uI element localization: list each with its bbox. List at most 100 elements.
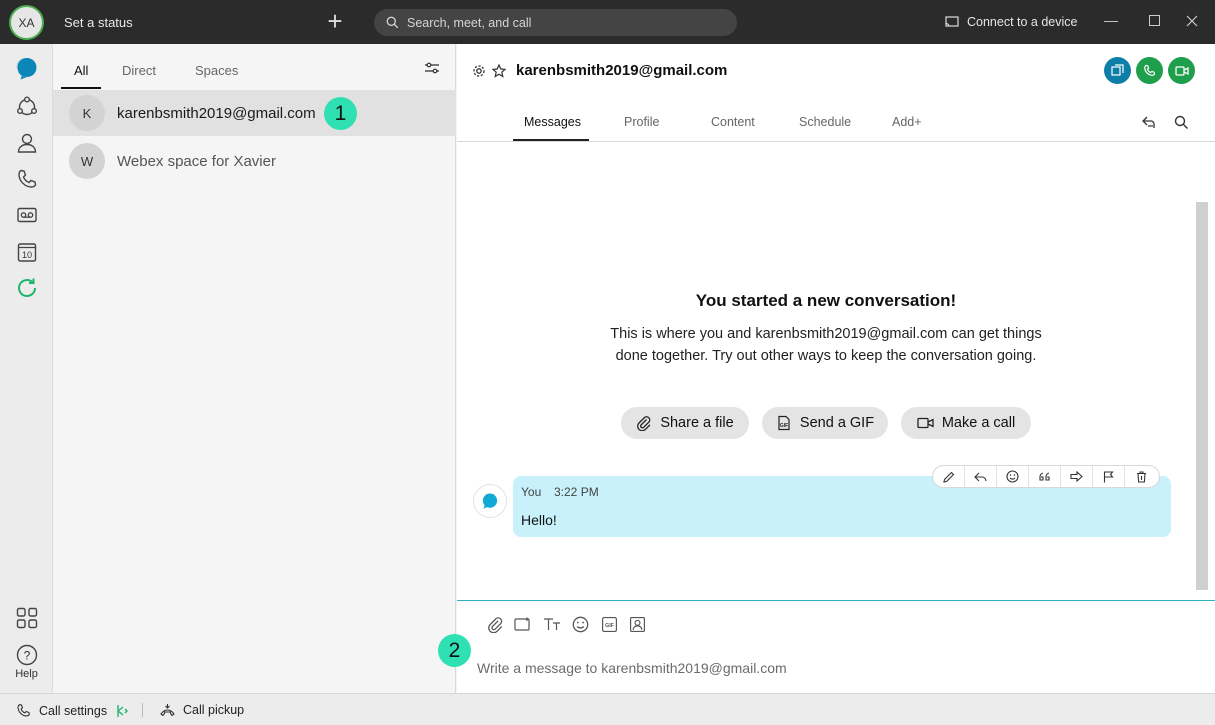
call-settings-label: Call settings: [39, 703, 108, 718]
refresh-icon[interactable]: [14, 275, 40, 301]
teams-icon[interactable]: [14, 94, 40, 120]
make-call-button[interactable]: Make a call: [901, 407, 1031, 439]
send-gif-button[interactable]: GIF Send a GIF: [762, 407, 888, 439]
minimize-icon[interactable]: —: [1101, 12, 1121, 32]
avatar: W: [69, 143, 105, 179]
message-timestamp: 3:22 PM: [554, 485, 599, 499]
connect-device-button[interactable]: Connect to a device: [945, 15, 1078, 29]
user-avatar[interactable]: XA: [11, 7, 42, 38]
share-file-button[interactable]: Share a file: [621, 407, 749, 439]
search-input[interactable]: [407, 15, 707, 30]
video-call-button[interactable]: [1168, 57, 1195, 84]
plus-icon[interactable]: +: [324, 8, 346, 34]
chat-bubble-icon: [482, 493, 498, 509]
conversation-view: karenbsmith2019@gmail.com Messages Profi…: [457, 44, 1215, 693]
share-screen-icon: [1111, 64, 1124, 76]
star-icon[interactable]: [492, 64, 506, 78]
calendar-icon[interactable]: 10: [14, 239, 40, 265]
title-bar: XA Set a status + Connect to a device —: [0, 0, 1215, 44]
conversation-name: Webex space for Xavier: [117, 152, 276, 170]
screenshot-icon[interactable]: [514, 615, 532, 633]
conversation-header: karenbsmith2019@gmail.com Messages Profi…: [457, 44, 1215, 142]
emoji-icon[interactable]: [997, 466, 1029, 487]
tab-direct[interactable]: Direct: [122, 63, 156, 78]
help-label[interactable]: Help: [0, 668, 53, 680]
tab-add[interactable]: Add+: [892, 115, 922, 129]
avatar: K: [69, 95, 105, 131]
message-actions-toolbar: [932, 465, 1160, 488]
gear-icon[interactable]: [472, 64, 486, 78]
message-composer: GIF: [457, 600, 1215, 693]
set-status-link[interactable]: Set a status: [64, 15, 133, 30]
divider: [142, 703, 143, 717]
emoji-icon[interactable]: [571, 615, 589, 633]
annotation-marker-2: 2: [438, 634, 471, 667]
conversation-title: karenbsmith2019@gmail.com: [516, 62, 728, 79]
phone-icon: [1144, 64, 1156, 76]
messaging-icon[interactable]: [14, 55, 40, 81]
phone-settings-icon: [17, 704, 30, 717]
gif-icon[interactable]: GIF: [600, 615, 618, 633]
reply-icon[interactable]: [965, 466, 997, 487]
quote-icon[interactable]: [1029, 466, 1061, 487]
paperclip-icon: [637, 416, 651, 431]
message-input[interactable]: [477, 660, 1177, 676]
conversation-list-panel: All Direct Spaces K karenbsmith2019@gmai…: [53, 44, 456, 693]
threads-icon[interactable]: [1141, 115, 1156, 130]
tab-messages[interactable]: Messages: [524, 115, 581, 129]
scrollbar[interactable]: [1196, 202, 1208, 590]
apps-grid-icon[interactable]: [14, 605, 40, 631]
annotation-marker-1: 1: [324, 97, 357, 130]
conversation-item-webex-space[interactable]: W Webex space for Xavier: [53, 138, 456, 184]
forward-icon[interactable]: [1061, 466, 1093, 487]
help-icon[interactable]: ?: [14, 642, 40, 668]
share-screen-button[interactable]: [1104, 57, 1131, 84]
tab-profile[interactable]: Profile: [624, 115, 659, 129]
message-sender: You: [521, 485, 542, 499]
contacts-icon[interactable]: [14, 130, 40, 156]
message-text: Hello!: [521, 512, 557, 528]
svg-text:GIF: GIF: [780, 423, 788, 429]
call-settings-button[interactable]: Call settings: [16, 703, 129, 718]
call-pickup-icon: [160, 704, 175, 717]
call-status-icon: [117, 704, 129, 717]
tab-spaces[interactable]: Spaces: [195, 63, 238, 78]
cast-icon: [945, 16, 959, 27]
filter-tabs: All Direct Spaces: [53, 44, 456, 89]
conversation-name: karenbsmith2019@gmail.com: [117, 104, 316, 122]
search-bar[interactable]: [374, 9, 737, 36]
tab-schedule[interactable]: Schedule: [799, 115, 851, 129]
make-call-label: Make a call: [941, 415, 1016, 431]
search-icon[interactable]: [1174, 115, 1189, 130]
voicemail-icon[interactable]: [14, 202, 40, 228]
calendar-day: 10: [22, 250, 32, 260]
close-icon[interactable]: [1182, 12, 1202, 32]
status-bar: Call settings Call pickup: [0, 693, 1215, 725]
svg-text:?: ?: [24, 649, 31, 663]
flag-icon[interactable]: [1093, 466, 1125, 487]
contact-card-icon[interactable]: [628, 615, 646, 633]
delete-icon[interactable]: [1125, 466, 1157, 487]
calling-icon[interactable]: [14, 166, 40, 192]
tab-content[interactable]: Content: [711, 115, 755, 129]
empty-state-title: You started a new conversation!: [695, 291, 957, 310]
call-pickup-label: Call pickup: [183, 703, 245, 717]
filter-icon[interactable]: [424, 61, 440, 75]
video-icon: [917, 417, 934, 429]
text-format-icon[interactable]: [543, 615, 561, 633]
search-icon: [386, 16, 399, 29]
connect-device-label: Connect to a device: [967, 15, 1078, 29]
message-avatar: [473, 484, 507, 518]
send-gif-label: Send a GIF: [799, 415, 875, 431]
gif-icon: GIF: [778, 415, 790, 431]
svg-text:GIF: GIF: [605, 623, 615, 629]
maximize-icon[interactable]: [1144, 12, 1164, 32]
audio-call-button[interactable]: [1136, 57, 1163, 84]
edit-icon[interactable]: [933, 466, 965, 487]
call-pickup-button[interactable]: Call pickup: [160, 703, 244, 717]
navigation-rail: 10 ? Help: [0, 44, 53, 693]
share-file-label: Share a file: [660, 415, 734, 431]
tab-all[interactable]: All: [74, 63, 88, 78]
paperclip-icon[interactable]: [486, 615, 504, 633]
conversation-item-karen[interactable]: K karenbsmith2019@gmail.com: [53, 90, 456, 136]
